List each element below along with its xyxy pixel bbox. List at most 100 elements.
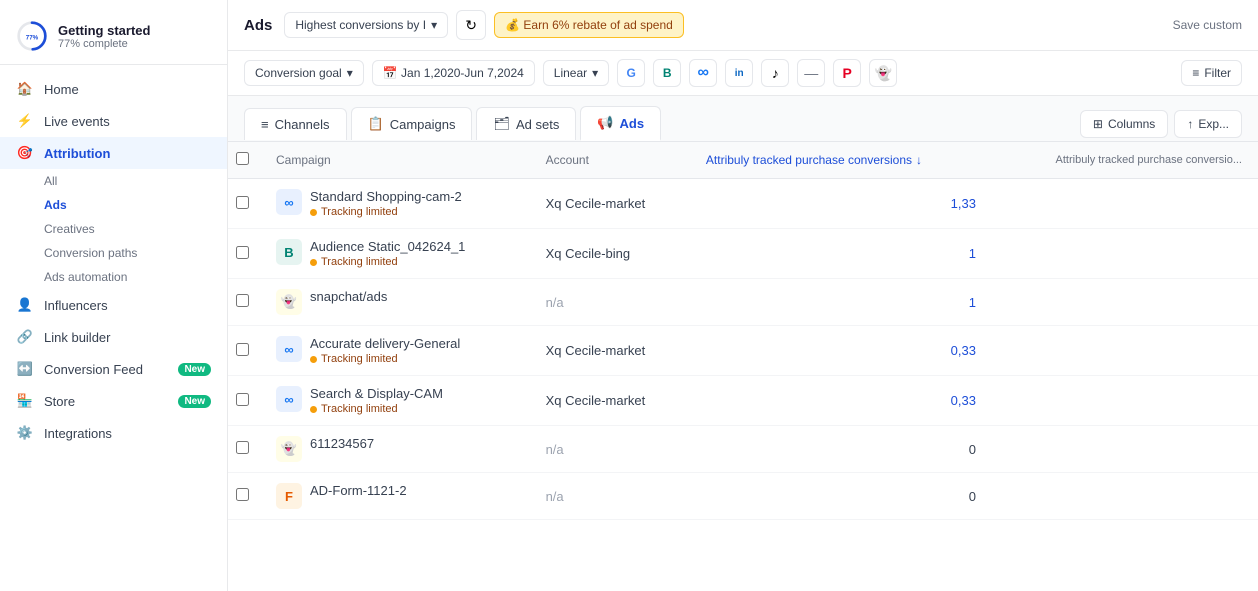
store-icon: 🏪 xyxy=(16,392,34,410)
header-checkbox xyxy=(228,142,260,179)
topbar: Ads Highest conversions by I ▾ ↻ 💰 Earn … xyxy=(228,0,1258,51)
sidebar-item-home[interactable]: 🏠 Home xyxy=(0,73,227,105)
tab-ads[interactable]: 📢 Ads xyxy=(580,106,661,141)
select-all-checkbox[interactable] xyxy=(236,152,249,165)
channel-google[interactable]: G xyxy=(617,59,645,87)
tracking-dot xyxy=(310,356,317,363)
link-builder-icon: 🔗 xyxy=(16,328,34,346)
row-checkbox[interactable] xyxy=(236,488,249,501)
sidebar-sub-item-ads[interactable]: Ads xyxy=(0,193,227,217)
refresh-icon: ↻ xyxy=(465,17,477,34)
channel-meta[interactable]: ∞ xyxy=(689,59,717,87)
columns-button[interactable]: ⊞ Columns xyxy=(1080,110,1168,138)
export-button[interactable]: ↑ Exp... xyxy=(1174,110,1242,138)
channels-tab-icon: ≡ xyxy=(261,117,269,132)
campaign-platform-icon: 👻 xyxy=(276,436,302,462)
campaign-cell: 👻 snapchat/ads xyxy=(260,279,530,326)
channel-other[interactable]: — xyxy=(797,59,825,87)
attrib1-value: 0,33 xyxy=(690,376,992,426)
channel-pinterest[interactable]: P xyxy=(833,59,861,87)
getting-started-title: Getting started xyxy=(58,23,150,38)
campaign-cell: ∞ Accurate delivery-General Tracking lim… xyxy=(260,326,530,376)
channel-tiktok[interactable]: ♪ xyxy=(761,59,789,87)
tab-label: Ad sets xyxy=(516,117,559,132)
campaign-platform-icon: 👻 xyxy=(276,289,302,315)
campaign-name: AD-Form-1121-2 xyxy=(310,483,407,498)
sidebar-sub-item-conversion-paths[interactable]: Conversion paths xyxy=(0,241,227,265)
attrib1-value: 0 xyxy=(690,473,992,520)
sidebar-item-attribution[interactable]: 🎯 Attribution xyxy=(0,137,227,169)
table-row: ∞ Search & Display-CAM Tracking limited … xyxy=(228,376,1258,426)
table-body: ∞ Standard Shopping-cam-2 Tracking limit… xyxy=(228,179,1258,520)
highest-conversions-button[interactable]: Highest conversions by I ▾ xyxy=(284,12,448,38)
header-account: Account xyxy=(530,142,690,179)
dropdown-arrow-icon: ▾ xyxy=(592,66,598,80)
sidebar-sub-label: Creatives xyxy=(44,222,95,236)
sidebar-sub-label: Ads automation xyxy=(44,270,127,284)
campaign-platform-icon: ∞ xyxy=(276,336,302,362)
sidebar-sub-item-ads-automation[interactable]: Ads automation xyxy=(0,265,227,289)
conversion-goal-label: Conversion goal xyxy=(255,66,342,80)
attribution-model-button[interactable]: Linear ▾ xyxy=(543,60,609,86)
sidebar-item-label: Live events xyxy=(44,114,110,129)
sidebar-item-store[interactable]: 🏪 Store New xyxy=(0,385,227,417)
sidebar-item-influencers[interactable]: 👤 Influencers xyxy=(0,289,227,321)
filters-bar: Conversion goal ▾ 📅 Jan 1,2020-Jun 7,202… xyxy=(228,51,1258,96)
tab-channels[interactable]: ≡ Channels xyxy=(244,108,347,140)
tracking-dot xyxy=(310,406,317,413)
tab-campaigns[interactable]: 📋 Campaigns xyxy=(351,107,473,140)
row-checkbox[interactable] xyxy=(236,441,249,454)
tab-ad-sets[interactable]: 🗂 Ad sets xyxy=(476,107,576,140)
campaign-name: Standard Shopping-cam-2 xyxy=(310,189,462,204)
attrib2-value xyxy=(992,326,1258,376)
columns-icon: ⊞ xyxy=(1093,117,1103,131)
sidebar-item-integrations[interactable]: ⚙️ Integrations xyxy=(0,417,227,449)
filter-button[interactable]: ≡ Filter xyxy=(1181,60,1242,86)
sidebar-sub-item-creatives[interactable]: Creatives xyxy=(0,217,227,241)
sidebar-item-label: Integrations xyxy=(44,426,112,441)
ad-sets-tab-icon: 🗂 xyxy=(493,116,510,132)
dropdown-arrow-icon: ▾ xyxy=(431,18,437,32)
table-row: 👻 611234567 n/a 0 xyxy=(228,426,1258,473)
date-range-button[interactable]: 📅 Jan 1,2020-Jun 7,2024 xyxy=(372,60,535,86)
highest-conversions-label: Highest conversions by I xyxy=(295,18,426,32)
earn-rebate-button[interactable]: 💰 Earn 6% rebate of ad spend xyxy=(494,12,684,38)
row-checkbox[interactable] xyxy=(236,294,249,307)
row-checkbox[interactable] xyxy=(236,393,249,406)
sidebar-sub-item-all[interactable]: All xyxy=(0,169,227,193)
live-events-icon: ⚡ xyxy=(16,112,34,130)
attrib2-value xyxy=(992,279,1258,326)
influencers-icon: 👤 xyxy=(16,296,34,314)
channel-snapchat[interactable]: 👻 xyxy=(869,59,897,87)
sidebar-item-conversion-feed[interactable]: ↔️ Conversion Feed New xyxy=(0,353,227,385)
attrib1-value: 0 xyxy=(690,426,992,473)
main-content: Ads Highest conversions by I ▾ ↻ 💰 Earn … xyxy=(228,0,1258,591)
row-checkbox[interactable] xyxy=(236,196,249,209)
header-attrib1[interactable]: Attribuly tracked purchase conversions ↓ xyxy=(690,142,992,179)
table-row: F AD-Form-1121-2 n/a 0 xyxy=(228,473,1258,520)
sidebar-sub-label: Conversion paths xyxy=(44,246,137,260)
channel-linkedin[interactable]: in xyxy=(725,59,753,87)
channel-bing[interactable]: B xyxy=(653,59,681,87)
campaign-platform-icon: ∞ xyxy=(276,386,302,412)
campaign-name: 611234567 xyxy=(310,436,374,451)
campaign-name: Search & Display-CAM xyxy=(310,386,443,401)
sidebar-item-link-builder[interactable]: 🔗 Link builder xyxy=(0,321,227,353)
conversion-goal-button[interactable]: Conversion goal ▾ xyxy=(244,60,364,86)
sidebar-sub-label: Ads xyxy=(44,198,67,212)
tab-label: Campaigns xyxy=(390,117,456,132)
attribution-model-label: Linear xyxy=(554,66,587,80)
save-custom-button[interactable]: Save custom xyxy=(1173,18,1242,32)
row-checkbox[interactable] xyxy=(236,343,249,356)
campaign-cell: ∞ Standard Shopping-cam-2 Tracking limit… xyxy=(260,179,530,229)
row-checkbox[interactable] xyxy=(236,246,249,259)
refresh-button[interactable]: ↻ xyxy=(456,10,486,40)
sidebar-item-label: Store xyxy=(44,394,75,409)
campaign-name: Accurate delivery-General xyxy=(310,336,460,351)
tab-label: Channels xyxy=(275,117,330,132)
earn-rebate-label: 💰 Earn 6% rebate of ad spend xyxy=(505,18,673,32)
campaign-cell: B Audience Static_042624_1 Tracking limi… xyxy=(260,229,530,279)
table-row: ∞ Standard Shopping-cam-2 Tracking limit… xyxy=(228,179,1258,229)
sidebar-item-live-events[interactable]: ⚡ Live events xyxy=(0,105,227,137)
filter-icon: ≡ xyxy=(1192,66,1199,80)
